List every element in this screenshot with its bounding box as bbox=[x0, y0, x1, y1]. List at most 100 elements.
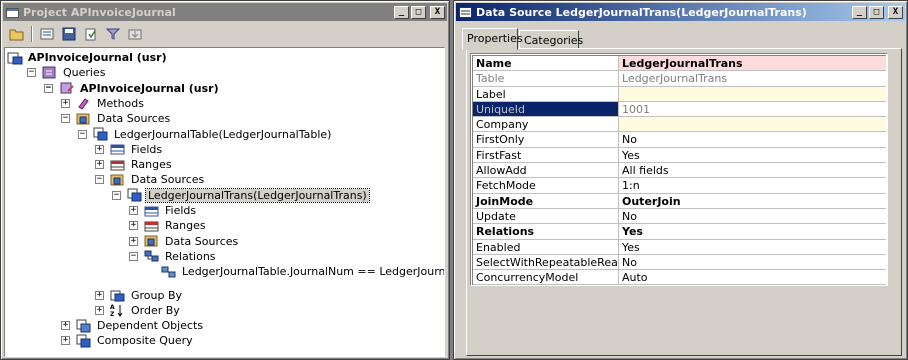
tree-node[interactable]: + Composite Query bbox=[61, 333, 195, 348]
tree-node[interactable]: + Ranges bbox=[95, 157, 174, 172]
import-icon[interactable] bbox=[125, 25, 145, 43]
tree-node[interactable]: + Fields bbox=[129, 203, 198, 218]
collapse-icon[interactable]: − bbox=[44, 83, 53, 93]
property-row[interactable]: UniqueId 1001 bbox=[473, 101, 886, 118]
tree-node-label: Dependent Objects bbox=[97, 319, 204, 333]
tree-node[interactable]: − Queries bbox=[27, 65, 107, 80]
expand-icon[interactable]: + bbox=[129, 206, 138, 215]
tree-node[interactable]: LedgerJournalTable.JournalNum == LedgerJ… bbox=[161, 264, 444, 279]
collapse-icon[interactable]: − bbox=[95, 175, 104, 185]
property-row[interactable]: AllowAdd All fields bbox=[473, 163, 886, 179]
property-value[interactable]: Auto bbox=[619, 270, 886, 284]
tab-categories[interactable]: Categories bbox=[519, 30, 583, 49]
property-value[interactable]: 1001 bbox=[619, 102, 886, 116]
close-button[interactable]: X bbox=[430, 6, 445, 19]
property-value[interactable]: Yes bbox=[619, 224, 886, 238]
expand-icon[interactable]: + bbox=[61, 336, 70, 346]
project-window-controls: _ □ X bbox=[394, 6, 445, 19]
property-value[interactable]: All fields bbox=[619, 163, 886, 177]
property-row[interactable]: Company bbox=[473, 117, 886, 133]
property-row[interactable]: JoinMode OuterJoin bbox=[473, 193, 886, 209]
svg-text:Z: Z bbox=[110, 311, 115, 317]
tree-node-label: Order By bbox=[131, 303, 180, 317]
collapse-icon[interactable]: − bbox=[112, 190, 121, 200]
expand-icon[interactable]: + bbox=[95, 290, 104, 300]
maximize-button[interactable]: □ bbox=[869, 6, 884, 19]
property-row[interactable]: Name LedgerJournalTrans bbox=[473, 56, 886, 72]
expand-icon[interactable]: + bbox=[129, 236, 138, 246]
minimize-button[interactable]: _ bbox=[852, 6, 867, 19]
property-row[interactable]: Relations Yes bbox=[473, 224, 886, 240]
tree-node[interactable]: + A Z Order By bbox=[95, 303, 182, 318]
methods-icon bbox=[76, 96, 92, 111]
tree-node-label: Fields bbox=[165, 204, 197, 217]
property-row[interactable]: Enabled Yes bbox=[473, 239, 886, 255]
properties-window-controls: _ □ X bbox=[852, 6, 903, 19]
properties-title-bar[interactable]: Data Source LedgerJournalTrans(LedgerJou… bbox=[456, 3, 905, 21]
save-icon[interactable] bbox=[59, 25, 79, 43]
close-button[interactable]: X bbox=[888, 6, 903, 19]
property-value[interactable]: No bbox=[619, 209, 886, 223]
property-row[interactable]: FirstOnly No bbox=[473, 132, 886, 148]
property-row[interactable]: Label bbox=[473, 86, 886, 102]
property-row[interactable]: Update No bbox=[473, 208, 886, 225]
tree-node[interactable]: − Data Sources bbox=[61, 111, 172, 126]
tree-node[interactable]: + Fields bbox=[95, 142, 164, 157]
tab-properties[interactable]: Properties bbox=[462, 28, 523, 50]
property-value[interactable] bbox=[619, 117, 886, 132]
property-value[interactable]: 1:n bbox=[619, 178, 886, 192]
tree-node[interactable]: − LedgerJournalTrans(LedgerJournalTrans) bbox=[112, 187, 370, 203]
tree-node[interactable]: − APInvoiceJournal (usr) bbox=[44, 81, 221, 96]
expand-icon[interactable]: + bbox=[61, 321, 70, 331]
tree-node[interactable]: − LedgerJournalTable(LedgerJournalTable) bbox=[78, 127, 333, 142]
property-row[interactable]: ConcurrencyModel Auto bbox=[473, 270, 886, 286]
property-value[interactable]: Yes bbox=[619, 240, 886, 254]
property-value[interactable]: OuterJoin bbox=[619, 194, 886, 208]
tree-node-label: Composite Query bbox=[97, 334, 193, 348]
properties-icon[interactable] bbox=[37, 25, 57, 43]
minimize-button[interactable]: _ bbox=[394, 6, 409, 19]
property-value[interactable]: No bbox=[619, 132, 886, 146]
property-row[interactable]: Table LedgerJournalTrans bbox=[473, 71, 886, 87]
query-root-icon bbox=[7, 51, 23, 65]
filter-icon[interactable] bbox=[103, 25, 123, 43]
property-name: Company bbox=[473, 117, 619, 132]
compile-icon[interactable] bbox=[81, 25, 101, 43]
collapse-icon[interactable]: − bbox=[129, 251, 138, 261]
tree-node[interactable]: + Data Sources bbox=[129, 234, 240, 249]
expand-icon[interactable]: + bbox=[61, 98, 70, 108]
maximize-button[interactable]: □ bbox=[411, 6, 426, 19]
property-value[interactable]: No bbox=[619, 255, 886, 269]
tree-node-label: Relations bbox=[165, 249, 216, 263]
tree-node[interactable]: + Methods bbox=[61, 96, 146, 111]
project-title-bar[interactable]: Project APInvoiceJournal _ □ X bbox=[3, 3, 447, 21]
expand-icon[interactable]: + bbox=[95, 144, 104, 154]
tree-node[interactable]: + Ranges bbox=[129, 218, 208, 233]
tree-node[interactable]: + Group By bbox=[95, 288, 184, 303]
tree-node[interactable]: + Dependent Objects bbox=[61, 318, 205, 333]
property-name: FirstOnly bbox=[473, 132, 619, 147]
tree-node[interactable]: − Relations bbox=[129, 249, 218, 264]
expand-icon[interactable]: + bbox=[95, 160, 104, 170]
property-value[interactable]: LedgerJournalTrans bbox=[619, 56, 886, 71]
tree-node[interactable]: − Data Sources bbox=[95, 172, 206, 187]
project-tree[interactable]: APInvoiceJournal (usr) − Queries − APInvoice… bbox=[4, 47, 445, 357]
tree-node-label: APInvoiceJournal (usr) bbox=[28, 51, 167, 64]
property-name: Table bbox=[473, 71, 619, 86]
expand-icon[interactable]: + bbox=[129, 221, 138, 231]
expand-icon[interactable]: + bbox=[95, 305, 104, 315]
property-row[interactable]: SelectWithRepeatableRead No bbox=[473, 254, 886, 271]
svg-text:A: A bbox=[110, 304, 115, 311]
property-name: FirstFast bbox=[473, 147, 619, 163]
property-value[interactable]: Yes bbox=[619, 148, 886, 162]
collapse-icon[interactable]: − bbox=[61, 114, 70, 124]
property-value[interactable]: LedgerJournalTrans bbox=[619, 71, 886, 85]
open-icon[interactable] bbox=[7, 25, 27, 43]
collapse-icon[interactable]: − bbox=[27, 68, 36, 78]
property-value[interactable] bbox=[619, 86, 886, 101]
property-row[interactable]: FetchMode 1:n bbox=[473, 178, 886, 194]
collapse-icon[interactable]: − bbox=[78, 129, 87, 139]
tree-node[interactable]: APInvoiceJournal (usr) bbox=[7, 50, 169, 65]
property-name: JoinMode bbox=[473, 193, 619, 208]
property-row[interactable]: FirstFast Yes bbox=[473, 147, 886, 164]
